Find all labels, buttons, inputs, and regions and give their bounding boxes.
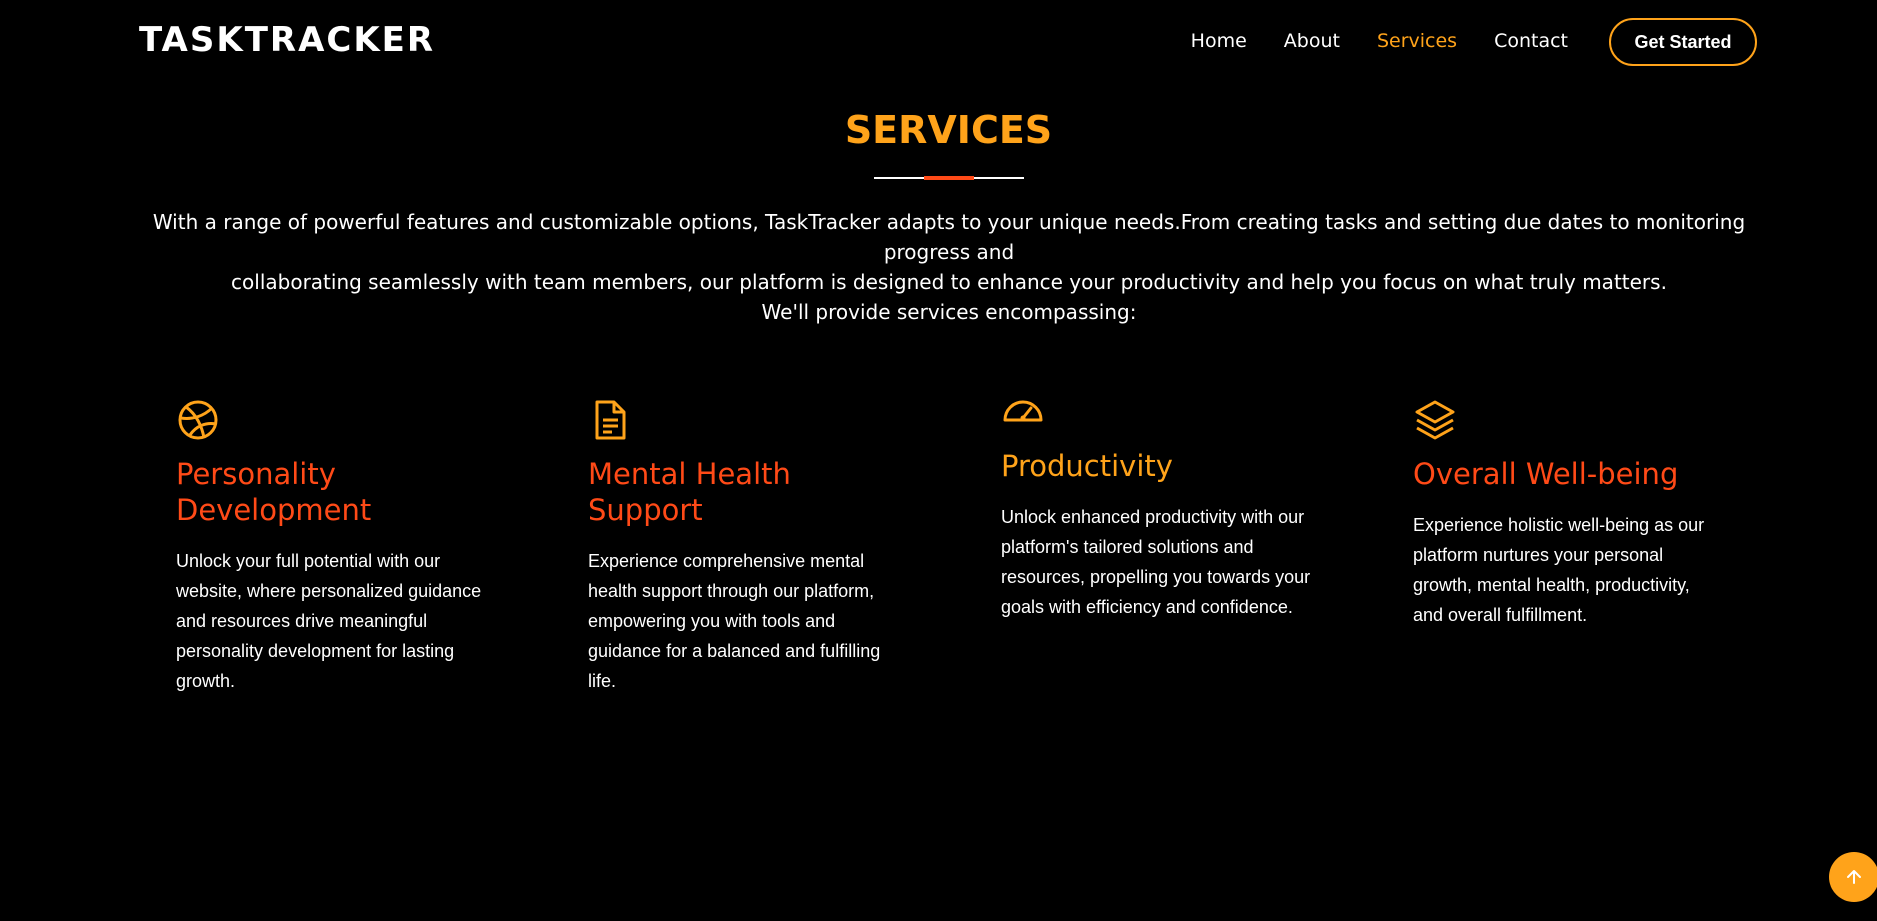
service-title: Mental Health Support (588, 457, 791, 527)
service-title: Personality Development (176, 457, 372, 527)
service-description: Unlock enhanced productivity with our pl… (1001, 507, 1311, 617)
service-description: Unlock your full potential with our webs… (176, 551, 482, 691)
service-card-productivity: Productivity Unlock enhanced productivit… (1001, 390, 1311, 622)
nav-home[interactable]: Home (1191, 30, 1247, 52)
speedometer-icon (1003, 400, 1043, 422)
scroll-to-top-button[interactable] (1829, 852, 1877, 902)
service-title: Productivity (1001, 449, 1173, 483)
site-header: TASKTRACKER Home About Services Contact … (0, 0, 1877, 86)
intro-line-3: We'll provide services encompassing: (761, 300, 1137, 324)
section-intro: With a range of powerful features and cu… (130, 207, 1768, 327)
document-icon (595, 400, 626, 440)
nav-contact[interactable]: Contact (1494, 30, 1568, 52)
dribbble-icon (178, 400, 218, 440)
main-nav: Home About Services Contact (1154, 30, 1568, 52)
intro-line-1: With a range of powerful features and cu… (152, 210, 1746, 264)
service-description: Experience comprehensive mental health s… (588, 551, 881, 691)
service-title: Overall Well-being (1413, 457, 1679, 491)
service-card-wellbeing: Overall Well-being Experience holistic w… (1413, 398, 1723, 630)
section-title: SERVICES (844, 108, 1053, 152)
get-started-button[interactable]: Get Started (1609, 18, 1757, 66)
nav-services[interactable]: Services (1377, 30, 1457, 52)
service-card-mental-health: Mental Health Support Experience compreh… (588, 398, 898, 696)
service-card-personality: Personality Development Unlock your full… (176, 398, 486, 696)
title-divider-accent (924, 176, 974, 180)
service-description: Experience holistic well-being as our pl… (1413, 515, 1705, 625)
layers-icon (1415, 400, 1455, 440)
arrow-up-icon (1847, 870, 1861, 884)
services-grid: Personality Development Unlock your full… (0, 390, 1877, 730)
logo[interactable]: TASKTRACKER (139, 20, 435, 60)
intro-line-2: collaborating seamlessly with team membe… (231, 270, 1667, 294)
nav-about[interactable]: About (1284, 30, 1340, 52)
